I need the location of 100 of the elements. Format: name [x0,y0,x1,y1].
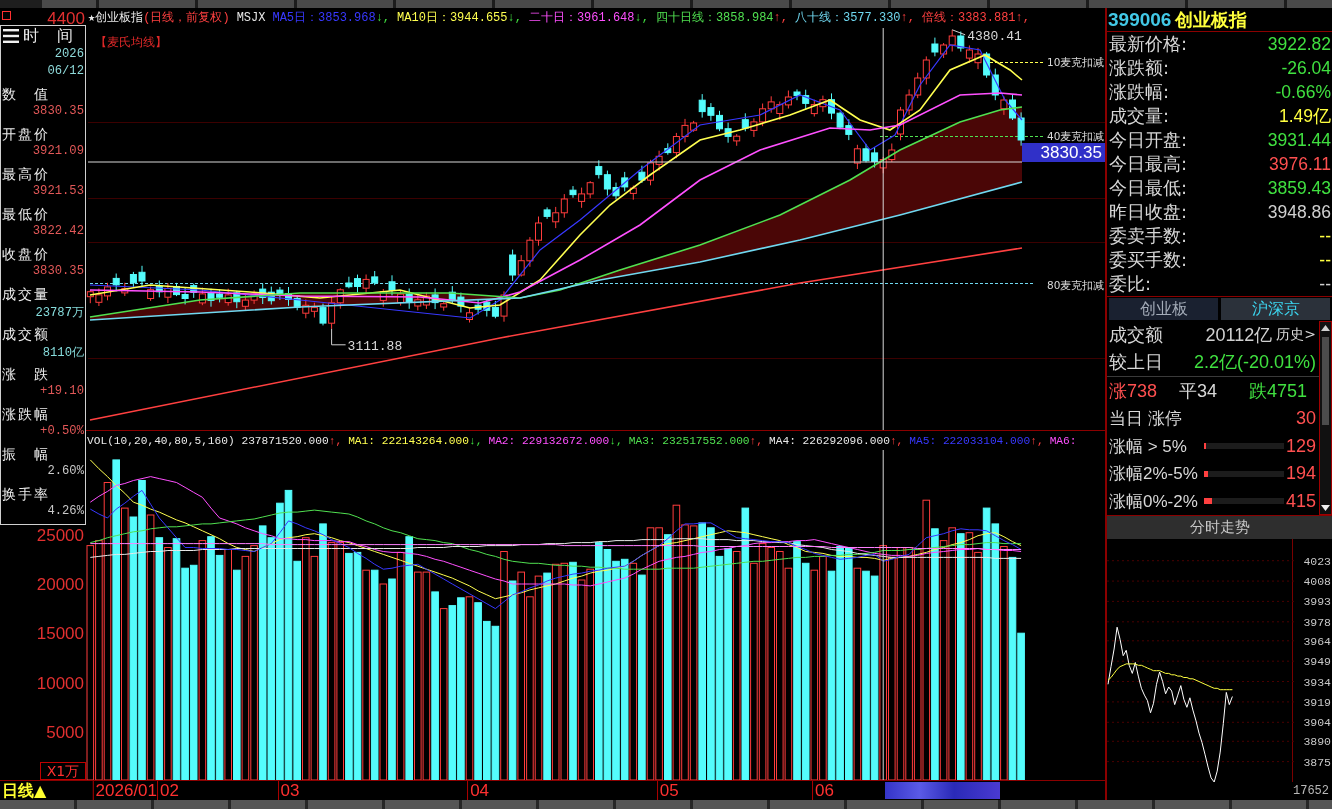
stat-label: 当日 涨停 [1109,408,1183,430]
stat-value: 194 [1285,463,1316,485]
field-label: 成交量: [1109,104,1170,128]
indicator-value: 四十日线：3858.984 [655,10,774,26]
field-value: 1.49亿 [1278,105,1331,128]
field-label: 开盘价 [1,125,48,144]
field-label: 收盘价 [1,245,48,264]
field-label: 振 幅 [1,445,48,464]
indicator-value: 倍线：3383.881 [921,10,1016,26]
period-label: (日线，前复权) [143,10,230,26]
history-link[interactable]: 历史> [1276,325,1316,344]
axis-label: 10000 [36,673,84,693]
axis-label: 4023 [1303,554,1331,568]
indicator-value: MA6: [1049,434,1077,447]
trend-arrow: ↓, [634,10,649,26]
square-icon [2,11,11,20]
field-value: 3921.09 [31,144,85,160]
period-selector[interactable]: 日线▲ [0,781,88,800]
axis-label: 3964 [1303,634,1331,648]
axis-label: 4400 [47,9,85,28]
field-value: 3948.86 [1267,201,1331,223]
field-label: 涨跌幅: [1109,80,1170,104]
field-label: 最高价 [1,165,48,184]
field-label: 成交额 [1,325,48,344]
reference-label: 40麦克扣减 [1047,130,1105,142]
compare-value: 2.2亿(-20.01%) [1193,351,1316,375]
scrollbar[interactable] [1319,321,1332,515]
field-value: -0.66% [1275,81,1331,103]
market-tab[interactable]: 沪深京 [1221,298,1330,320]
field-label: 涨 跌 [1,365,48,384]
field-value: 3976.11 [1269,153,1331,175]
field-label: 委买手数: [1109,248,1188,272]
turnover-label: 成交额 [1109,322,1163,347]
axis-label: 3934 [1303,675,1331,689]
volume-value: 17652 [1292,783,1330,800]
reference-label: 10麦克扣减 [1047,56,1105,68]
compare-label: 较上日 [1109,350,1163,375]
reference-label: 80麦克扣减 [1047,279,1105,291]
date-label: 2026 [53,46,85,63]
axis-label: 3993 [1303,595,1331,609]
indicator-value: MA10日：3944.655 [397,10,508,26]
axis-label: 5000 [46,722,84,742]
unit-label: X1万 [40,762,86,780]
field-label: 成交量 [1,285,48,304]
field-label: 最新价格: [1109,32,1188,56]
stat-value: 30 [1295,408,1316,429]
field-value: -26.04 [1281,57,1331,79]
field-label: 昨日收盘: [1109,200,1188,224]
axis-label: 3875 [1303,755,1331,769]
axis-label: 3919 [1303,695,1331,709]
axis-label: 3978 [1303,615,1331,629]
trend-arrow: ↑, [900,10,915,26]
up-arrow-icon[interactable] [1321,325,1330,331]
field-label: 今日最高: [1109,152,1188,176]
trend-arrow: ↓, [507,10,522,26]
trend-arrow: ↓, [609,434,623,447]
axis-label: 25000 [36,525,84,545]
indicator-value: VOL(10,20,40,80,5,160) 237871520.000 [87,434,329,447]
scrollbar-thumb[interactable] [1322,337,1329,425]
field-value: -- [1319,273,1331,295]
field-value: -- [1319,249,1331,271]
field-label: 委卖手数: [1109,224,1188,248]
stat-value: 415 [1285,490,1316,512]
axis-label: 3949 [1303,655,1331,669]
trend-arrow: ↑, [889,434,904,447]
field-label: 最低价 [1,205,48,224]
field-label: 涨跌额: [1109,56,1170,80]
field-value: 3822.42 [31,224,85,240]
axis-label: 20000 [36,575,84,594]
axis-label: 4008 [1303,575,1331,589]
breadth-count: 跌4751 [1249,379,1309,403]
trend-arrow: ↑, [328,434,343,447]
field-value: 23787万 [34,305,85,322]
field-label: 数 值 [1,85,48,104]
field-value: 3931.44 [1267,129,1331,151]
indicator-value: MA5: 222033104.000 [909,434,1031,447]
indicator-value: MA5日：3853.968 [272,10,376,26]
panel-title: 分时走势 [1107,515,1332,539]
menu-icon[interactable] [3,28,19,43]
indicator-value: MA1: 222143264.000 [348,434,469,447]
field-value: 3830.35 [31,264,85,280]
market-tab[interactable]: 创业板 [1109,298,1218,320]
field-label: 今日开盘: [1109,128,1188,152]
field-value: +0.50% [39,424,85,440]
cursor-price-label: 3830.35 [1022,143,1105,162]
field-value: 3921.53 [31,184,85,200]
trend-arrow: ↑, [749,434,764,447]
index-code: 399006 [1108,8,1172,31]
stat-label: 涨幅2%-5% [1109,463,1199,486]
field-value: 3859.43 [1267,177,1331,199]
trend-arrow: ↓, [469,434,483,447]
axis-label: 3904 [1303,716,1331,730]
indicator-value: MA4: 226292096.000 [769,434,890,447]
trend-arrow: ↑, [773,10,788,26]
field-value: +19.10 [39,384,85,400]
down-arrow-icon[interactable] [1321,505,1330,511]
field-value: 4.26% [46,504,85,520]
indicator-value: 八十线：3577.330 [794,10,901,26]
field-value: 2.60% [46,464,85,480]
turnover-value: 20112亿 [1205,323,1273,347]
